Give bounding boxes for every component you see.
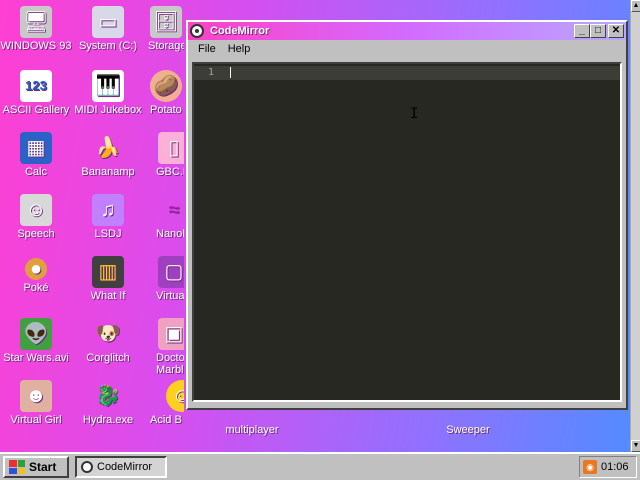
desktop-icon-what-if[interactable]: ▥ What If [72,256,144,302]
desktop-icon-label: Sweeper [446,424,490,436]
desktop-icon-label: What If [90,290,126,302]
music-icon: ♫ [92,194,124,226]
system-tray: ◉ 01:06 [579,456,637,478]
grid-icon: ▥ [92,256,124,288]
start-label: Start [29,460,57,474]
minimize-button[interactable]: _ [574,24,590,38]
window-icon: ▢ [158,256,184,288]
desktop-icon-star-wars[interactable]: 👽 Star Wars.avi [0,318,72,364]
desktop-icon-label: GBC.N [156,166,184,178]
desktop-icon-label: System (C:) [78,40,138,52]
desktop-icon-sweeper[interactable]: Sweeper [430,424,506,436]
smiley-icon: ☺ [166,380,184,412]
desktop-icon-label: Calc [24,166,47,178]
code-editor[interactable]: 1 I [192,62,622,402]
marble-icon: ▣ [158,318,184,350]
desktop-icon-bananamp[interactable]: 🍌 Bananamp [72,132,144,178]
computer-icon: 🖥 [20,6,52,38]
desktop-icon-label: Speech [17,228,55,240]
calculator-icon: ▦ [20,132,52,164]
ibeam-cursor-icon: I [410,106,419,122]
menu-help[interactable]: Help [222,41,257,57]
desktop-icon-label: Storage [148,40,184,52]
desktop-icon-label: ASCII Gallery [2,104,70,116]
banana-icon: 🍌 [95,137,121,159]
window-title: CodeMirror [210,25,270,37]
storage-icon: 🗄 [150,6,182,38]
numbers-icon: 123 [20,70,52,102]
piano-icon: 🎹 [92,70,124,102]
desktop-icon-nanol[interactable]: ≈ Nanol [136,194,184,240]
codemirror-task-icon [81,461,93,473]
desktop-icon-multiplayer[interactable]: multiplayer [214,424,290,436]
line-number: 1 [208,67,215,78]
taskbar-item-label: CodeMirror [97,461,153,473]
desktop-icon-label: Corglitch [86,352,130,364]
desktop-icon-label: multiplayer [225,424,279,436]
yoda-icon: 👽 [20,318,52,350]
desktop-icon-poke[interactable]: ● Poké [0,258,72,294]
desktop-icon-label: Nanol [156,228,184,240]
window-menubar: File Help [188,40,626,58]
desktop-icon-lsdj[interactable]: ♫ LSDJ [72,194,144,240]
desktop-icon-label: Acid B [150,414,182,426]
potato-icon: 🥔 [150,70,182,102]
gameboy-icon: ▯ [158,132,184,164]
maximize-button[interactable]: □ [590,24,606,38]
desktop-icon-speech[interactable]: ☺ Speech [0,194,72,240]
drive-icon: ▭ [92,6,124,38]
desktop-icon-potato[interactable]: 🥔 Potato [136,70,184,116]
menu-file[interactable]: File [192,41,222,57]
desktop-icon-gbc[interactable]: ▯ GBC.N [136,132,184,178]
desktop-icon-virtual-girl[interactable]: ☻ Virtual Girl [0,380,72,426]
windows-logo-icon [9,460,25,474]
desktop-icon-doctor-marble[interactable]: ▣ Doctor Marble [136,318,184,376]
close-button[interactable]: ✕ [608,24,624,38]
face-icon: ☺ [20,194,52,226]
desktop-icon-label: Poké [23,282,49,294]
desktop-icon-label: WINDOWS 93 [0,40,72,52]
codemirror-window[interactable]: CodeMirror _ □ ✕ File Help 1 I [186,20,628,410]
pokeball-icon: ● [25,258,47,280]
scroll-down-icon[interactable]: ▼ [631,440,640,452]
start-button[interactable]: Start [3,456,69,478]
dog-icon: 🐶 [95,323,121,345]
desktop-icon-windows93[interactable]: 🖥 WINDOWS 93 [0,6,72,52]
desktop-icon-ascii-gallery[interactable]: 123 ASCII Gallery [0,70,72,116]
text-caret [230,67,231,78]
scroll-up-icon[interactable]: ▲ [631,0,640,12]
clock: 01:06 [601,461,629,473]
dragon-icon: 🐉 [95,385,121,407]
desktop-icon-calc[interactable]: ▦ Calc [0,132,72,178]
desktop-icon-midi-jukebox[interactable]: 🎹 MIDI Jukebox [72,70,144,116]
desktop-icon-virtual[interactable]: ▢ Virtual [136,256,184,302]
desktop-icon-label: Virtual Girl [10,414,62,426]
desktop-icon-system-c[interactable]: ▭ System (C:) [72,6,144,52]
desktop-icon-label: Bananamp [81,166,135,178]
taskbar: Start CodeMirror ◉ 01:06 [0,452,640,480]
portrait-icon: ☻ [20,380,52,412]
codemirror-app-icon [190,24,204,38]
active-line [194,66,620,80]
desktop-icon-label: Potato [150,104,182,116]
desktop-icon-label: MIDI Jukebox [74,104,142,116]
desktop-icon-label: Hydra.exe [82,414,134,426]
desktop-icon-label: LSDJ [94,228,122,240]
desktop-icon-label: Star Wars.avi [3,352,69,364]
taskbar-item-codemirror[interactable]: CodeMirror [75,456,167,478]
desktop-icon-label: Doctor Marble [156,352,184,376]
window-titlebar[interactable]: CodeMirror _ □ ✕ [188,22,626,40]
desktop-scrollbar[interactable]: ▲ ▼ [630,0,640,452]
desktop-icon-hydra[interactable]: 🐉 Hydra.exe [72,380,144,426]
desktop-icon-corglitch[interactable]: 🐶 Corglitch [72,318,144,364]
desktop-icon-storage[interactable]: 🗄 Storage [136,6,184,52]
desktop-icon-acid-b[interactable]: ☺ Acid B [136,380,184,426]
rss-icon[interactable]: ◉ [583,460,597,474]
window-controls: _ □ ✕ [574,24,624,38]
desktop-icon-label: Virtual [156,290,184,302]
wave-icon: ≈ [168,199,180,221]
